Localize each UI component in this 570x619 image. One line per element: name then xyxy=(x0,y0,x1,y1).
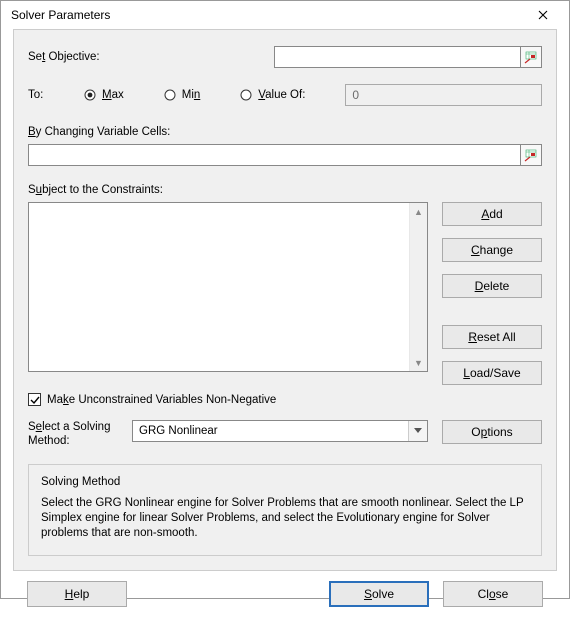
changing-row xyxy=(28,144,542,166)
changing-input[interactable] xyxy=(28,144,521,166)
changing-refedit-button[interactable] xyxy=(520,144,542,166)
nonneg-label: Make Unconstrained Variables Non-Negativ… xyxy=(47,394,276,406)
close-button[interactable]: Close xyxy=(443,581,543,607)
constraint-buttons: Add Change Delete Reset All Load/Save xyxy=(442,202,542,385)
constraints-listbox[interactable]: ▲ ▼ xyxy=(28,202,428,372)
method-label: Select a Solving Method: xyxy=(28,420,132,448)
constraints-row: ▲ ▼ Add Change Delete R xyxy=(28,202,542,385)
to-row: To: Max Min Value Of: xyxy=(28,84,542,106)
method-row: Select a Solving Method: GRG Nonlinear O… xyxy=(28,420,542,448)
changing-label: By Changing Variable Cells: xyxy=(28,126,542,138)
objective-refedit-button[interactable] xyxy=(520,46,542,68)
window-close-button[interactable] xyxy=(523,1,563,29)
titlebar: Solver Parameters xyxy=(1,1,569,29)
solver-parameters-dialog: Solver Parameters Set Objective: xyxy=(0,0,570,599)
description-title: Solving Method xyxy=(41,475,529,490)
scroll-down-icon: ▼ xyxy=(410,354,427,371)
radio-unselected-icon xyxy=(164,89,176,101)
dialog-body: Set Objective: To: xyxy=(1,29,569,619)
main-panel: Set Objective: To: xyxy=(13,29,557,571)
window-title: Solver Parameters xyxy=(11,8,523,22)
description-body: Select the GRG Nonlinear engine for Solv… xyxy=(41,496,529,541)
solving-method-description: Solving Method Select the GRG Nonlinear … xyxy=(28,464,542,556)
constraints-label: Subject to the Constraints: xyxy=(28,184,542,196)
check-icon xyxy=(30,395,40,405)
objective-refedit xyxy=(274,46,542,68)
add-button[interactable]: Add xyxy=(442,202,542,226)
options-button[interactable]: Options xyxy=(442,420,542,444)
change-button[interactable]: Change xyxy=(442,238,542,262)
load-save-button[interactable]: Load/Save xyxy=(442,361,542,385)
solve-button[interactable]: Solve xyxy=(329,581,429,607)
method-select[interactable]: GRG Nonlinear xyxy=(132,420,428,442)
help-button[interactable]: Help xyxy=(27,581,127,607)
scroll-up-icon: ▲ xyxy=(410,203,427,220)
reset-all-button[interactable]: Reset All xyxy=(442,325,542,349)
radio-unselected-icon xyxy=(240,89,252,101)
chevron-down-icon xyxy=(408,421,427,441)
changing-refedit xyxy=(28,144,542,166)
valueof-input xyxy=(345,84,542,106)
constraints-scrollbar[interactable]: ▲ ▼ xyxy=(409,203,427,371)
radio-min[interactable]: Min xyxy=(164,89,201,101)
to-label: To: xyxy=(28,89,84,101)
dialog-footer: Help Solve Close xyxy=(13,571,557,607)
nonneg-row: Make Unconstrained Variables Non-Negativ… xyxy=(28,393,542,406)
radio-selected-icon xyxy=(84,89,96,101)
nonneg-checkbox[interactable] xyxy=(28,393,41,406)
refedit-icon xyxy=(524,148,538,162)
objective-label: Set Objective: xyxy=(28,51,274,63)
delete-button[interactable]: Delete xyxy=(442,274,542,298)
objective-input[interactable] xyxy=(274,46,521,68)
radio-max[interactable]: Max xyxy=(84,89,124,101)
radio-valueof[interactable]: Value Of: xyxy=(240,89,305,101)
close-icon xyxy=(538,10,548,20)
objective-row: Set Objective: xyxy=(28,46,542,68)
refedit-icon xyxy=(524,50,538,64)
method-value: GRG Nonlinear xyxy=(139,425,218,437)
